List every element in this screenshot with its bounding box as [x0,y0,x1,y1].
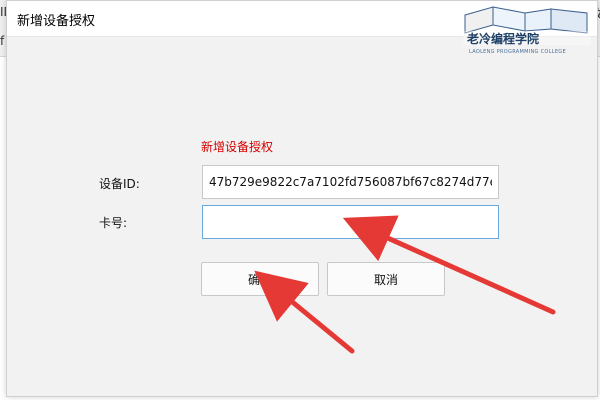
authorization-dialog: 新增设备授权 ✕ 老冷编程学院 LAOLENG PROGRAMMING COLL… [6,0,598,397]
confirm-button[interactable]: 确定 [201,262,319,296]
device-id-label: 设备ID: [99,177,140,191]
background-left-text-2: f [0,34,5,48]
logo-subtext: LAOLENG PROGRAMMING COLLEGE [469,49,566,55]
card-number-label: 卡号: [99,216,128,230]
card-number-input[interactable] [202,205,499,239]
form-heading: 新增设备授权 [201,140,274,154]
dialog-title: 新增设备授权 [17,14,96,29]
device-id-input[interactable] [202,165,499,199]
cancel-button[interactable]: 取消 [327,262,445,296]
building-logo-icon: 老冷编程学院 LAOLENG PROGRAMMING COLLEGE [463,6,591,55]
logo-brand-text: 老冷编程学院 [467,31,539,46]
